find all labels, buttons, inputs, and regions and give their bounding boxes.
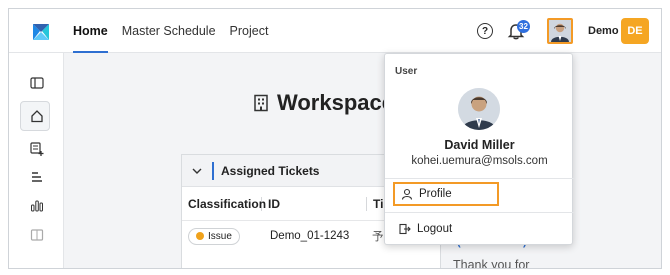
- workspace-title: Workspace: [277, 90, 394, 115]
- user-menu-dropdown: User David Miller kohei.uemura@msols.com…: [384, 53, 574, 245]
- main-nav: Home Master Schedule Project: [73, 9, 268, 53]
- panel-toggle-icon[interactable]: [27, 73, 47, 93]
- notification-badge: 32: [517, 20, 530, 33]
- classification-pill: Issue: [188, 227, 240, 245]
- menu-divider: [385, 212, 574, 213]
- classification-label: Issue: [208, 230, 232, 242]
- user-full-name: David Miller: [444, 138, 515, 152]
- panel-title: Assigned Tickets: [221, 163, 320, 178]
- app-window: Home Master Schedule Project ? 32 Demo D…: [8, 8, 662, 269]
- person-icon: [401, 188, 413, 200]
- chevron-down-icon[interactable]: [182, 168, 212, 174]
- ticket-id[interactable]: Demo_01-1243: [262, 230, 366, 242]
- column-header[interactable]: ID: [262, 197, 366, 211]
- help-icon[interactable]: ?: [477, 23, 493, 39]
- status-dot-icon: [196, 232, 204, 240]
- menu-section-label: User: [395, 66, 418, 77]
- user-email: kohei.uemura@msols.com: [411, 155, 548, 167]
- menu-divider: [385, 178, 574, 179]
- side-card-text: Thank you for: [453, 258, 530, 269]
- user-avatar-button[interactable]: [547, 18, 573, 44]
- bar-chart-icon[interactable]: [27, 195, 47, 215]
- logout-label: Logout: [417, 223, 453, 235]
- logout-menu-item[interactable]: Logout: [393, 217, 497, 241]
- building-icon: [254, 94, 268, 112]
- logout-icon: [399, 223, 411, 235]
- tab-project[interactable]: Project: [230, 9, 269, 53]
- profile-menu-item[interactable]: Profile: [393, 182, 499, 206]
- app-logo-icon[interactable]: [31, 22, 51, 42]
- tab-master-schedule[interactable]: Master Schedule: [122, 9, 216, 53]
- top-bar: Home Master Schedule Project ? 32 Demo D…: [9, 9, 661, 53]
- user-name-label[interactable]: Demo: [588, 25, 619, 37]
- panel-accent-bar: [212, 161, 214, 180]
- home-icon[interactable]: [27, 106, 47, 126]
- timeline-icon[interactable]: [27, 167, 47, 187]
- user-avatar-large: [458, 88, 500, 130]
- left-rail: [9, 53, 64, 268]
- tab-home[interactable]: Home: [73, 9, 108, 53]
- column-header[interactable]: Classification: [182, 196, 266, 211]
- workspace-heading: Workspace: [253, 90, 394, 116]
- board-icon[interactable]: [27, 225, 47, 245]
- user-initials-badge[interactable]: DE: [621, 18, 649, 44]
- avatar-photo-icon: [458, 88, 500, 130]
- tasks-add-icon[interactable]: [27, 139, 47, 159]
- avatar-photo-icon: [549, 20, 571, 42]
- profile-label: Profile: [419, 188, 452, 200]
